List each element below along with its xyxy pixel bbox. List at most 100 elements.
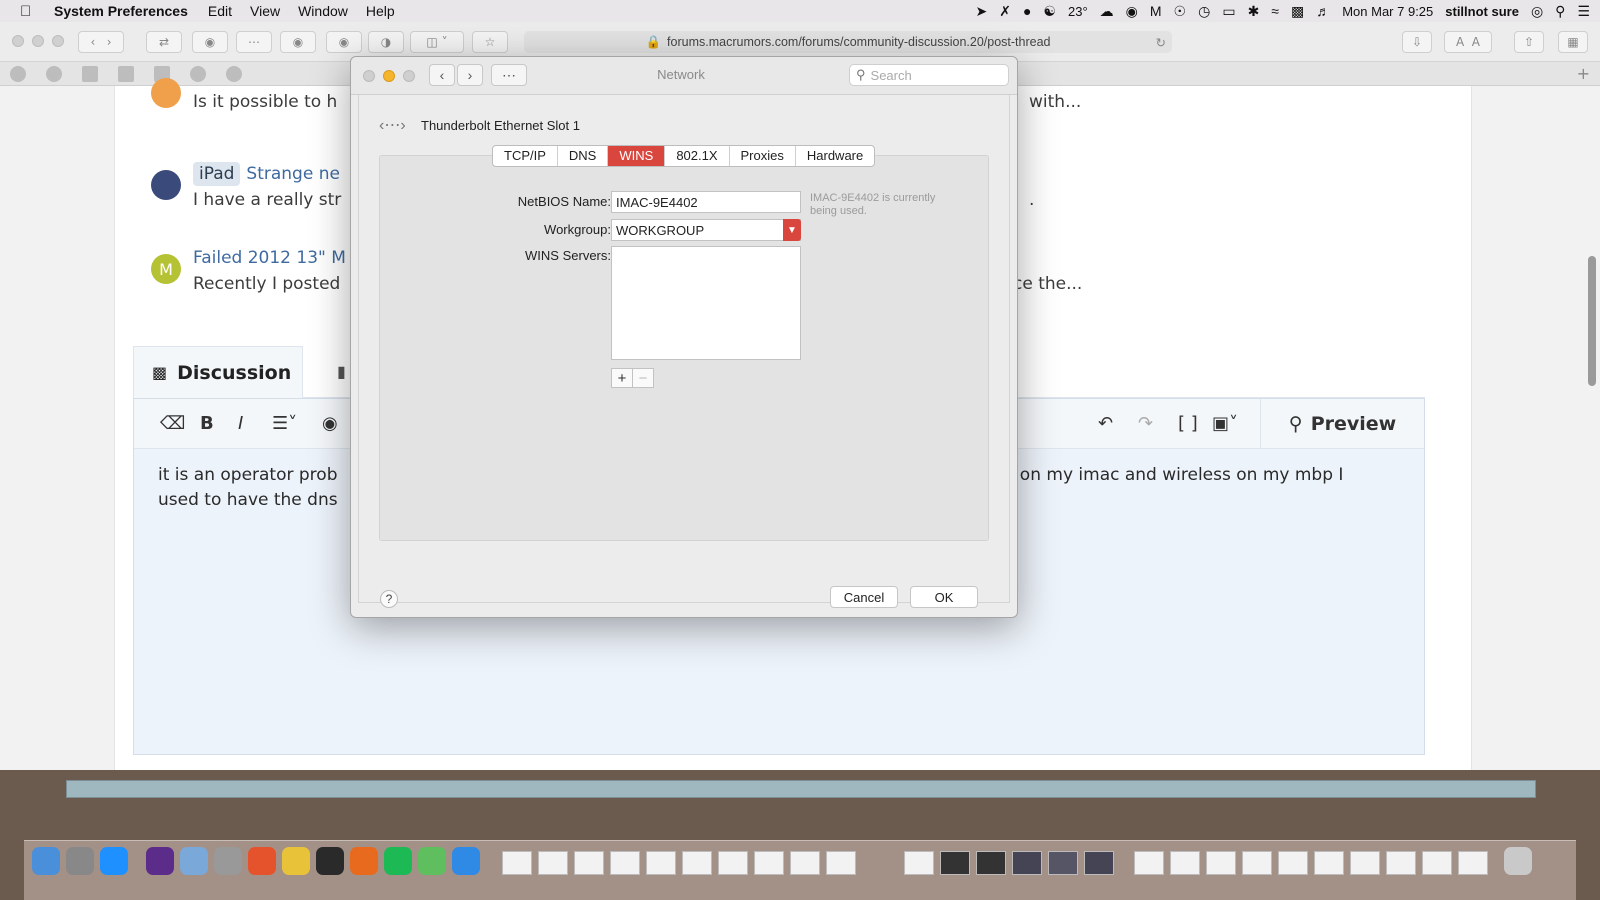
notification-center-icon[interactable]: ☰ (1577, 3, 1590, 20)
temperature[interactable]: 23° (1068, 4, 1088, 19)
bold-icon[interactable]: B (200, 413, 214, 434)
new-tab-plus-icon[interactable]: + (1577, 64, 1590, 83)
shield-button[interactable]: ◑ (368, 31, 404, 53)
mail-m-icon[interactable]: M (1150, 3, 1162, 19)
spotlight-search-icon[interactable]: ⚲ (1555, 3, 1565, 20)
tab-overview-button[interactable]: ▦ (1558, 31, 1588, 53)
minimized-window[interactable] (940, 851, 970, 875)
minimized-window[interactable] (1170, 851, 1200, 875)
tab-dns[interactable]: DNS (558, 146, 609, 166)
extension-button[interactable]: ◉ (192, 31, 228, 53)
minimized-window[interactable] (1314, 851, 1344, 875)
search-field[interactable]: ⚲ Search (849, 64, 1009, 86)
accessibility-icon[interactable]: ☉ (1174, 3, 1187, 20)
share-button[interactable]: ⇧ (1514, 31, 1544, 53)
menu-app-name[interactable]: System Preferences (54, 3, 188, 19)
close-icon[interactable] (12, 35, 24, 47)
minimized-window[interactable] (976, 851, 1006, 875)
tools-icon[interactable]: ✗ (999, 3, 1011, 20)
google-icon[interactable] (118, 66, 134, 82)
tab-proxies[interactable]: Proxies (730, 146, 796, 166)
forward-button[interactable]: › (457, 64, 483, 86)
help-button[interactable]: ? (380, 590, 398, 608)
scrollbar[interactable] (1588, 256, 1596, 386)
menu-view[interactable]: View (250, 3, 280, 19)
minimized-window[interactable] (538, 851, 568, 875)
minimized-window[interactable] (1422, 851, 1452, 875)
minimize-icon[interactable] (32, 35, 44, 47)
favorite-icon[interactable] (190, 66, 206, 82)
volume-icon[interactable]: ♬ (1316, 3, 1330, 19)
siri-icon[interactable]: ◎ (1531, 3, 1543, 20)
minimized-window[interactable] (718, 851, 748, 875)
minimized-window[interactable] (1134, 851, 1164, 875)
grid-button[interactable]: ⋯ (236, 31, 272, 53)
minimized-window[interactable] (1012, 851, 1042, 875)
poll-icon[interactable]: ▮ (337, 362, 346, 381)
clock[interactable]: Mon Mar 7 9:25 (1342, 4, 1433, 19)
bookmark-button[interactable]: ☆ (472, 31, 508, 53)
system-preferences-icon[interactable] (66, 847, 94, 875)
favorite-icon[interactable] (10, 66, 26, 82)
thread-title[interactable]: Failed 2012 13" M (193, 248, 346, 268)
podcast-icon[interactable] (146, 847, 174, 875)
undo-icon[interactable]: ↶ (1098, 413, 1113, 434)
vpn-icon[interactable]: ☯ (1043, 3, 1056, 20)
favorite-icon[interactable] (46, 66, 62, 82)
finder-icon[interactable] (32, 847, 60, 875)
minimized-window[interactable] (1350, 851, 1380, 875)
zoom-icon[interactable] (403, 70, 415, 82)
menu-edit[interactable]: Edit (208, 3, 232, 19)
wifi-icon[interactable]: ≈ (1271, 3, 1279, 19)
sidebar-button[interactable]: ◫ ˅ (410, 31, 464, 53)
cancel-button[interactable]: Cancel (830, 586, 898, 608)
app-icon[interactable] (214, 847, 242, 875)
safari-icon[interactable] (452, 847, 480, 875)
tab-hardware[interactable]: Hardware (796, 146, 874, 166)
eraser-icon[interactable]: ⌫ (160, 413, 185, 434)
brave-icon[interactable] (248, 847, 276, 875)
minimized-window[interactable] (754, 851, 784, 875)
menu-window[interactable]: Window (298, 3, 348, 19)
wins-servers-list[interactable] (611, 246, 801, 360)
thread-tag[interactable]: iPad (193, 162, 241, 186)
battery-icon[interactable]: ▩ (1291, 3, 1304, 20)
zoom-icon[interactable] (52, 35, 64, 47)
skype-icon[interactable] (100, 847, 128, 875)
menu-help[interactable]: Help (366, 3, 395, 19)
minimized-window[interactable] (904, 851, 934, 875)
add-server-button[interactable]: + (611, 368, 633, 388)
workgroup-combobox[interactable]: WORKGROUP ▼ (611, 219, 801, 241)
extension-button[interactable]: ◉ (280, 31, 316, 53)
minimized-window[interactable] (1278, 851, 1308, 875)
minimized-window[interactable] (682, 851, 712, 875)
chevron-left-icon[interactable]: ‹ (90, 35, 95, 49)
gmail-icon[interactable] (82, 66, 98, 82)
brackets-icon[interactable]: [ ] (1178, 413, 1198, 434)
downloads-button[interactable]: ⇩ (1402, 31, 1432, 53)
chat-bubble-icon[interactable]: ● (1023, 3, 1031, 19)
minimized-window[interactable] (1048, 851, 1078, 875)
tab-8021x[interactable]: 802.1X (665, 146, 730, 166)
spotify-icon[interactable] (384, 847, 412, 875)
airplay-icon[interactable]: ▭ (1222, 3, 1235, 20)
minimized-window[interactable] (790, 851, 820, 875)
trash-icon[interactable] (1504, 847, 1532, 875)
ok-button[interactable]: OK (910, 586, 978, 608)
chevron-right-icon[interactable]: › (107, 35, 112, 49)
minimized-window[interactable] (1242, 851, 1272, 875)
redo-icon[interactable]: ↷ (1138, 413, 1153, 434)
minimized-window[interactable] (1206, 851, 1236, 875)
save-draft-icon[interactable]: ▣˅ (1212, 413, 1238, 434)
shield-icon[interactable]: ◉ (1126, 3, 1138, 20)
minimize-icon[interactable] (383, 70, 395, 82)
minimized-window[interactable] (1084, 851, 1114, 875)
tab-wins[interactable]: WINS (608, 146, 666, 166)
reload-icon[interactable]: ↻ (1156, 35, 1166, 50)
messages-icon[interactable] (180, 847, 208, 875)
apple-icon[interactable]:  (20, 3, 40, 20)
close-icon[interactable] (363, 70, 375, 82)
tab-tcpip[interactable]: TCP/IP (493, 146, 558, 166)
extension-button[interactable]: ◉ (326, 31, 362, 53)
text-size-button[interactable]: A A (1444, 31, 1492, 53)
